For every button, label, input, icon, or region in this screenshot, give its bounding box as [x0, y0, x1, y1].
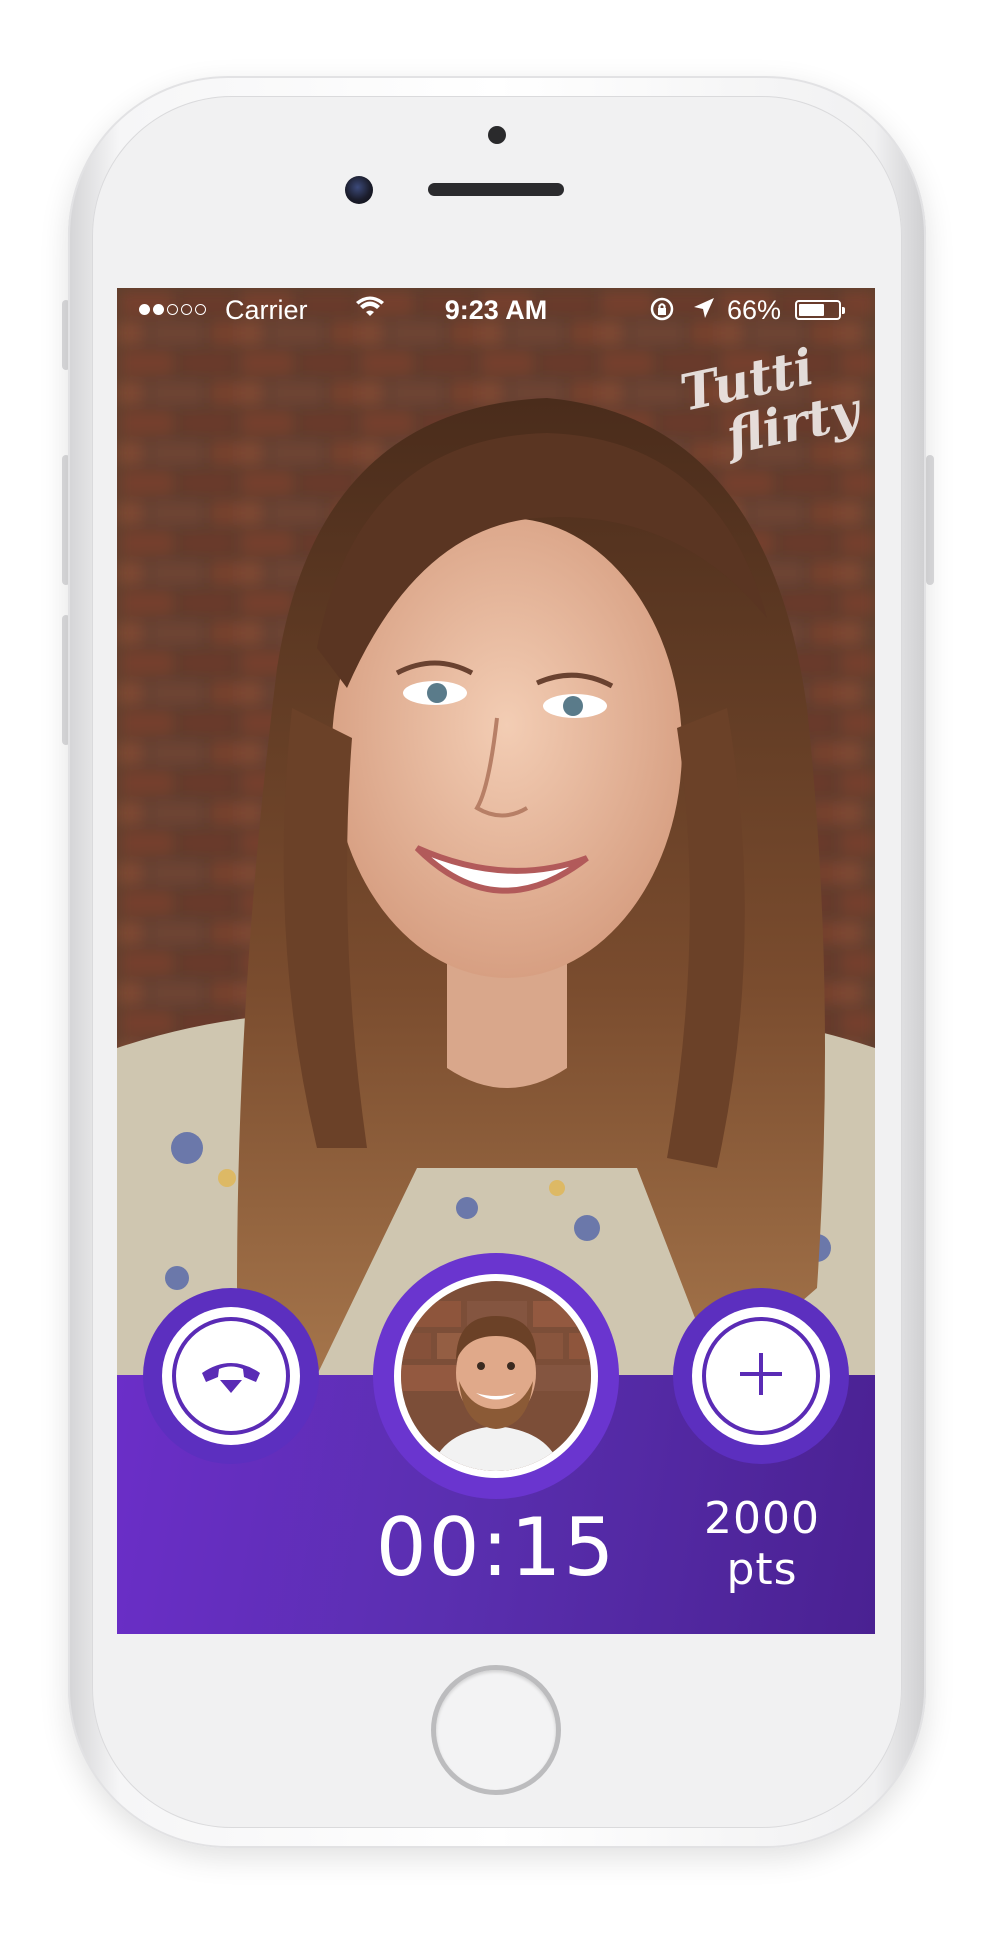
front-camera [345, 176, 373, 204]
status-bar: Carrier 9:23 AM 66% [117, 288, 875, 332]
power-button [926, 455, 934, 585]
self-view-thumbnail[interactable] [394, 1274, 598, 1478]
add-ring [702, 1317, 820, 1435]
earpiece-speaker [428, 183, 564, 196]
add-button[interactable] [692, 1307, 830, 1445]
points-balance: 2000 pts [704, 1493, 820, 1595]
location-arrow-icon [692, 296, 716, 327]
battery-percent: 66% [727, 295, 782, 325]
rotation-lock-icon [649, 296, 675, 329]
plus-icon [738, 1351, 784, 1402]
screen: Carrier 9:23 AM 66% Tutti flirty 00:15 2… [117, 288, 875, 1634]
end-call-button[interactable] [162, 1307, 300, 1445]
proximity-sensor [488, 126, 506, 144]
home-button[interactable] [431, 1665, 561, 1795]
battery-icon [795, 300, 845, 320]
end-call-ring [172, 1317, 290, 1435]
hang-up-phone-icon [198, 1351, 264, 1402]
self-view-image [401, 1281, 591, 1471]
